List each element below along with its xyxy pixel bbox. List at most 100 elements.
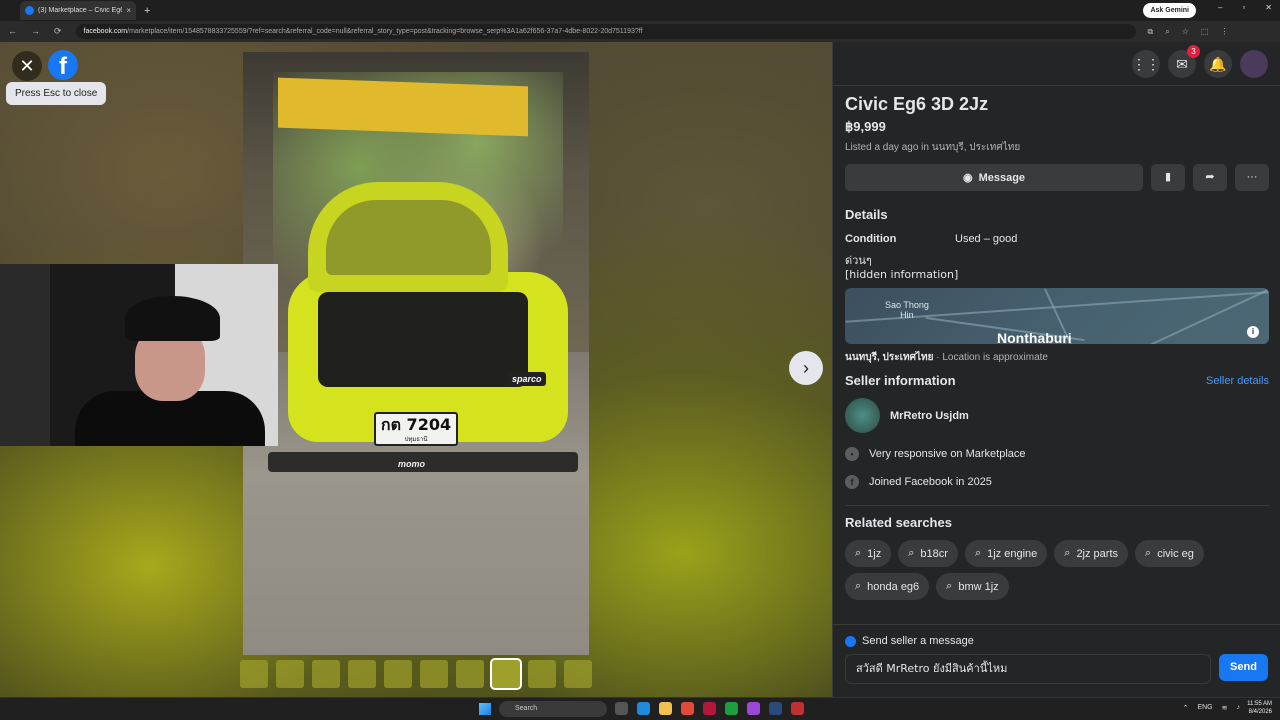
top-nav-icons: ⋮⋮ ✉ 3 🔔 [1132,45,1268,78]
photo-viewer: sparco momo กต 7204 ปทุมธานี ✕ f Press E… [0,42,832,697]
description: ด่วนๆ [hidden information] [845,254,1269,282]
tray-chevron-icon[interactable]: ⌃ [1183,704,1189,712]
chrome-icon[interactable] [681,702,694,715]
forward-icon[interactable]: → [31,26,40,37]
bookmark-star-icon[interactable]: ☆ [1182,27,1189,37]
facebook-logo-icon[interactable]: f [48,50,78,80]
task-view-icon[interactable] [615,702,628,715]
edge-icon[interactable] [637,702,650,715]
search-icon: ⌕ [855,580,862,592]
map-label-sao-thong-hin: Sao Thong Hin [885,300,929,320]
map-info-icon[interactable]: i [1247,326,1259,338]
related-chip[interactable]: ⌕ civic eg [1135,540,1204,567]
photo-thumbnail[interactable] [384,660,412,688]
location-map[interactable]: Sao Thong Hin Nonthaburi i [845,288,1269,344]
reload-icon[interactable]: ⟳ [54,26,62,37]
save-button[interactable]: ▮ [1151,164,1185,191]
listed-info: Listed a day ago in นนทบุรี, ประเทศไทย [845,140,1269,155]
send-button[interactable]: Send [1219,654,1268,681]
seller-details-link[interactable]: Seller details [1206,375,1269,387]
menu-icon[interactable]: ⋮ [1220,27,1228,37]
close-viewer-button[interactable]: ✕ [12,51,42,81]
address-bar-row: ← → ⟳ facebook.com/marketplace/item/1548… [0,21,1280,42]
zoom-icon[interactable]: ⌕ [1165,27,1169,37]
nav-buttons: ← → ⟳ [8,26,62,37]
volume-icon[interactable]: ♪ [1237,704,1241,712]
facebook-icon: f [845,475,859,489]
taskbar-search[interactable]: Search [499,701,607,717]
tray-lang[interactable]: ENG [1197,704,1212,712]
file-explorer-icon[interactable] [659,702,672,715]
back-icon[interactable]: ← [8,26,17,37]
related-chip[interactable]: ⌕ 2jz parts [1054,540,1129,567]
share-button[interactable]: ➦ [1193,164,1227,191]
listing-content: Civic Eg6 3D 2Jz ฿9,999 Listed a day ago… [845,94,1269,600]
more-button[interactable]: ··· [1235,164,1269,191]
ask-gemini-button[interactable]: Ask Gemini [1143,3,1196,18]
joined-text: Joined Facebook in 2025 [869,476,992,488]
seller-avatar[interactable] [845,398,880,433]
taskbar-clock[interactable]: 11:55 AM 8/4/2026 [1247,700,1272,716]
related-chip[interactable]: ⌕ 1jz engine [964,540,1048,567]
message-input[interactable]: สวัสดี MrRetro ยังมีสินค้านี้ไหม [845,654,1211,684]
bell-icon[interactable]: 🔔 [1204,50,1232,78]
share-icon: ➦ [1205,171,1215,183]
clock-time: 11:55 AM [1247,701,1272,707]
new-tab-button[interactable]: + [144,5,150,17]
windows-taskbar: Search ⌃ ENG ≋ ♪ 11:55 AM 8/4/2026 [0,697,1280,720]
related-chip[interactable]: ⌕ bmw 1jz [936,573,1009,600]
related-chip[interactable]: ⌕ honda eg6 [845,573,930,600]
description-line-1: ด่วนๆ [845,254,872,267]
photo-thumbnail[interactable] [312,660,340,688]
photo-thumbnail[interactable] [528,660,556,688]
photo-thumbnail[interactable] [564,660,592,688]
browser-tab[interactable]: (3) Marketplace – Civic Eg6 3D × [20,1,136,20]
photo-thumbnail[interactable] [456,660,484,688]
menu-grid-icon[interactable]: ⋮⋮ [1132,50,1160,78]
message-button[interactable]: ◉ Message [845,164,1143,191]
obs-icon[interactable] [747,702,760,715]
search-icon: ⌕ [908,547,915,559]
translate-icon[interactable]: ⧉ [1148,27,1154,37]
photo-thumbnail[interactable] [276,660,304,688]
wifi-icon[interactable]: ≋ [1222,704,1228,712]
messenger-icon[interactable]: ✉ 3 [1168,45,1200,78]
search-icon: ⌕ [974,547,982,559]
app-icon[interactable] [703,702,716,715]
app2-icon[interactable] [791,702,804,715]
listed-location[interactable]: นนทบุรี, ประเทศไทย [932,142,1020,153]
related-chip[interactable]: ⌕ 1jz [845,540,892,567]
seller-row[interactable]: MrRetro Usjdm [845,398,1269,433]
maximize-button[interactable]: ▫ [1242,3,1245,12]
photo-thumbnail[interactable] [348,660,376,688]
next-photo-button[interactable]: › [789,351,823,385]
close-window-button[interactable]: ✕ [1265,3,1272,12]
steam-icon[interactable] [769,702,782,715]
extensions-icon[interactable]: ⬚ [1201,27,1209,37]
facebook-favicon-icon [25,6,34,15]
url-field[interactable]: facebook.com/marketplace/item/1548578833… [75,24,1136,39]
notification-badge: 3 [1187,45,1200,58]
chip-label: b18cr [920,547,948,560]
tab-close-icon[interactable]: × [126,6,131,15]
related-chips: ⌕ 1jz ⌕ b18cr ⌕ 1jz engine ⌕ 2jz parts ⌕ civic eg… [845,540,1269,600]
address-bar-icons: ⧉ ⌕ ☆ ⬚ ⋮ [1148,27,1229,37]
chat-bubble-icon: • [845,447,859,461]
url-path: /marketplace/item/1548578833725559/?ref=… [127,28,643,35]
related-chip[interactable]: ⌕ b18cr [898,540,958,567]
photo-thumbnail[interactable] [490,658,522,690]
search-icon: ⌕ [1145,547,1152,559]
more-icon: ··· [1246,171,1258,183]
windows-start-icon[interactable] [479,703,491,715]
map-approx: · Location is approximate [936,352,1048,363]
seller-name[interactable]: MrRetro Usjdm [890,410,969,422]
photo-thumbnail[interactable] [240,660,268,688]
listing-title: Civic Eg6 3D 2Jz [845,94,989,114]
profile-avatar[interactable] [1240,50,1268,78]
photo-thumbnail[interactable] [420,660,448,688]
listed-prefix: Listed a day ago in [845,142,929,153]
listing-price: ฿9,999 [845,119,886,134]
joined-row: f Joined Facebook in 2025 [845,475,1269,489]
minimize-button[interactable]: – [1218,3,1222,12]
xbox-icon[interactable] [725,702,738,715]
